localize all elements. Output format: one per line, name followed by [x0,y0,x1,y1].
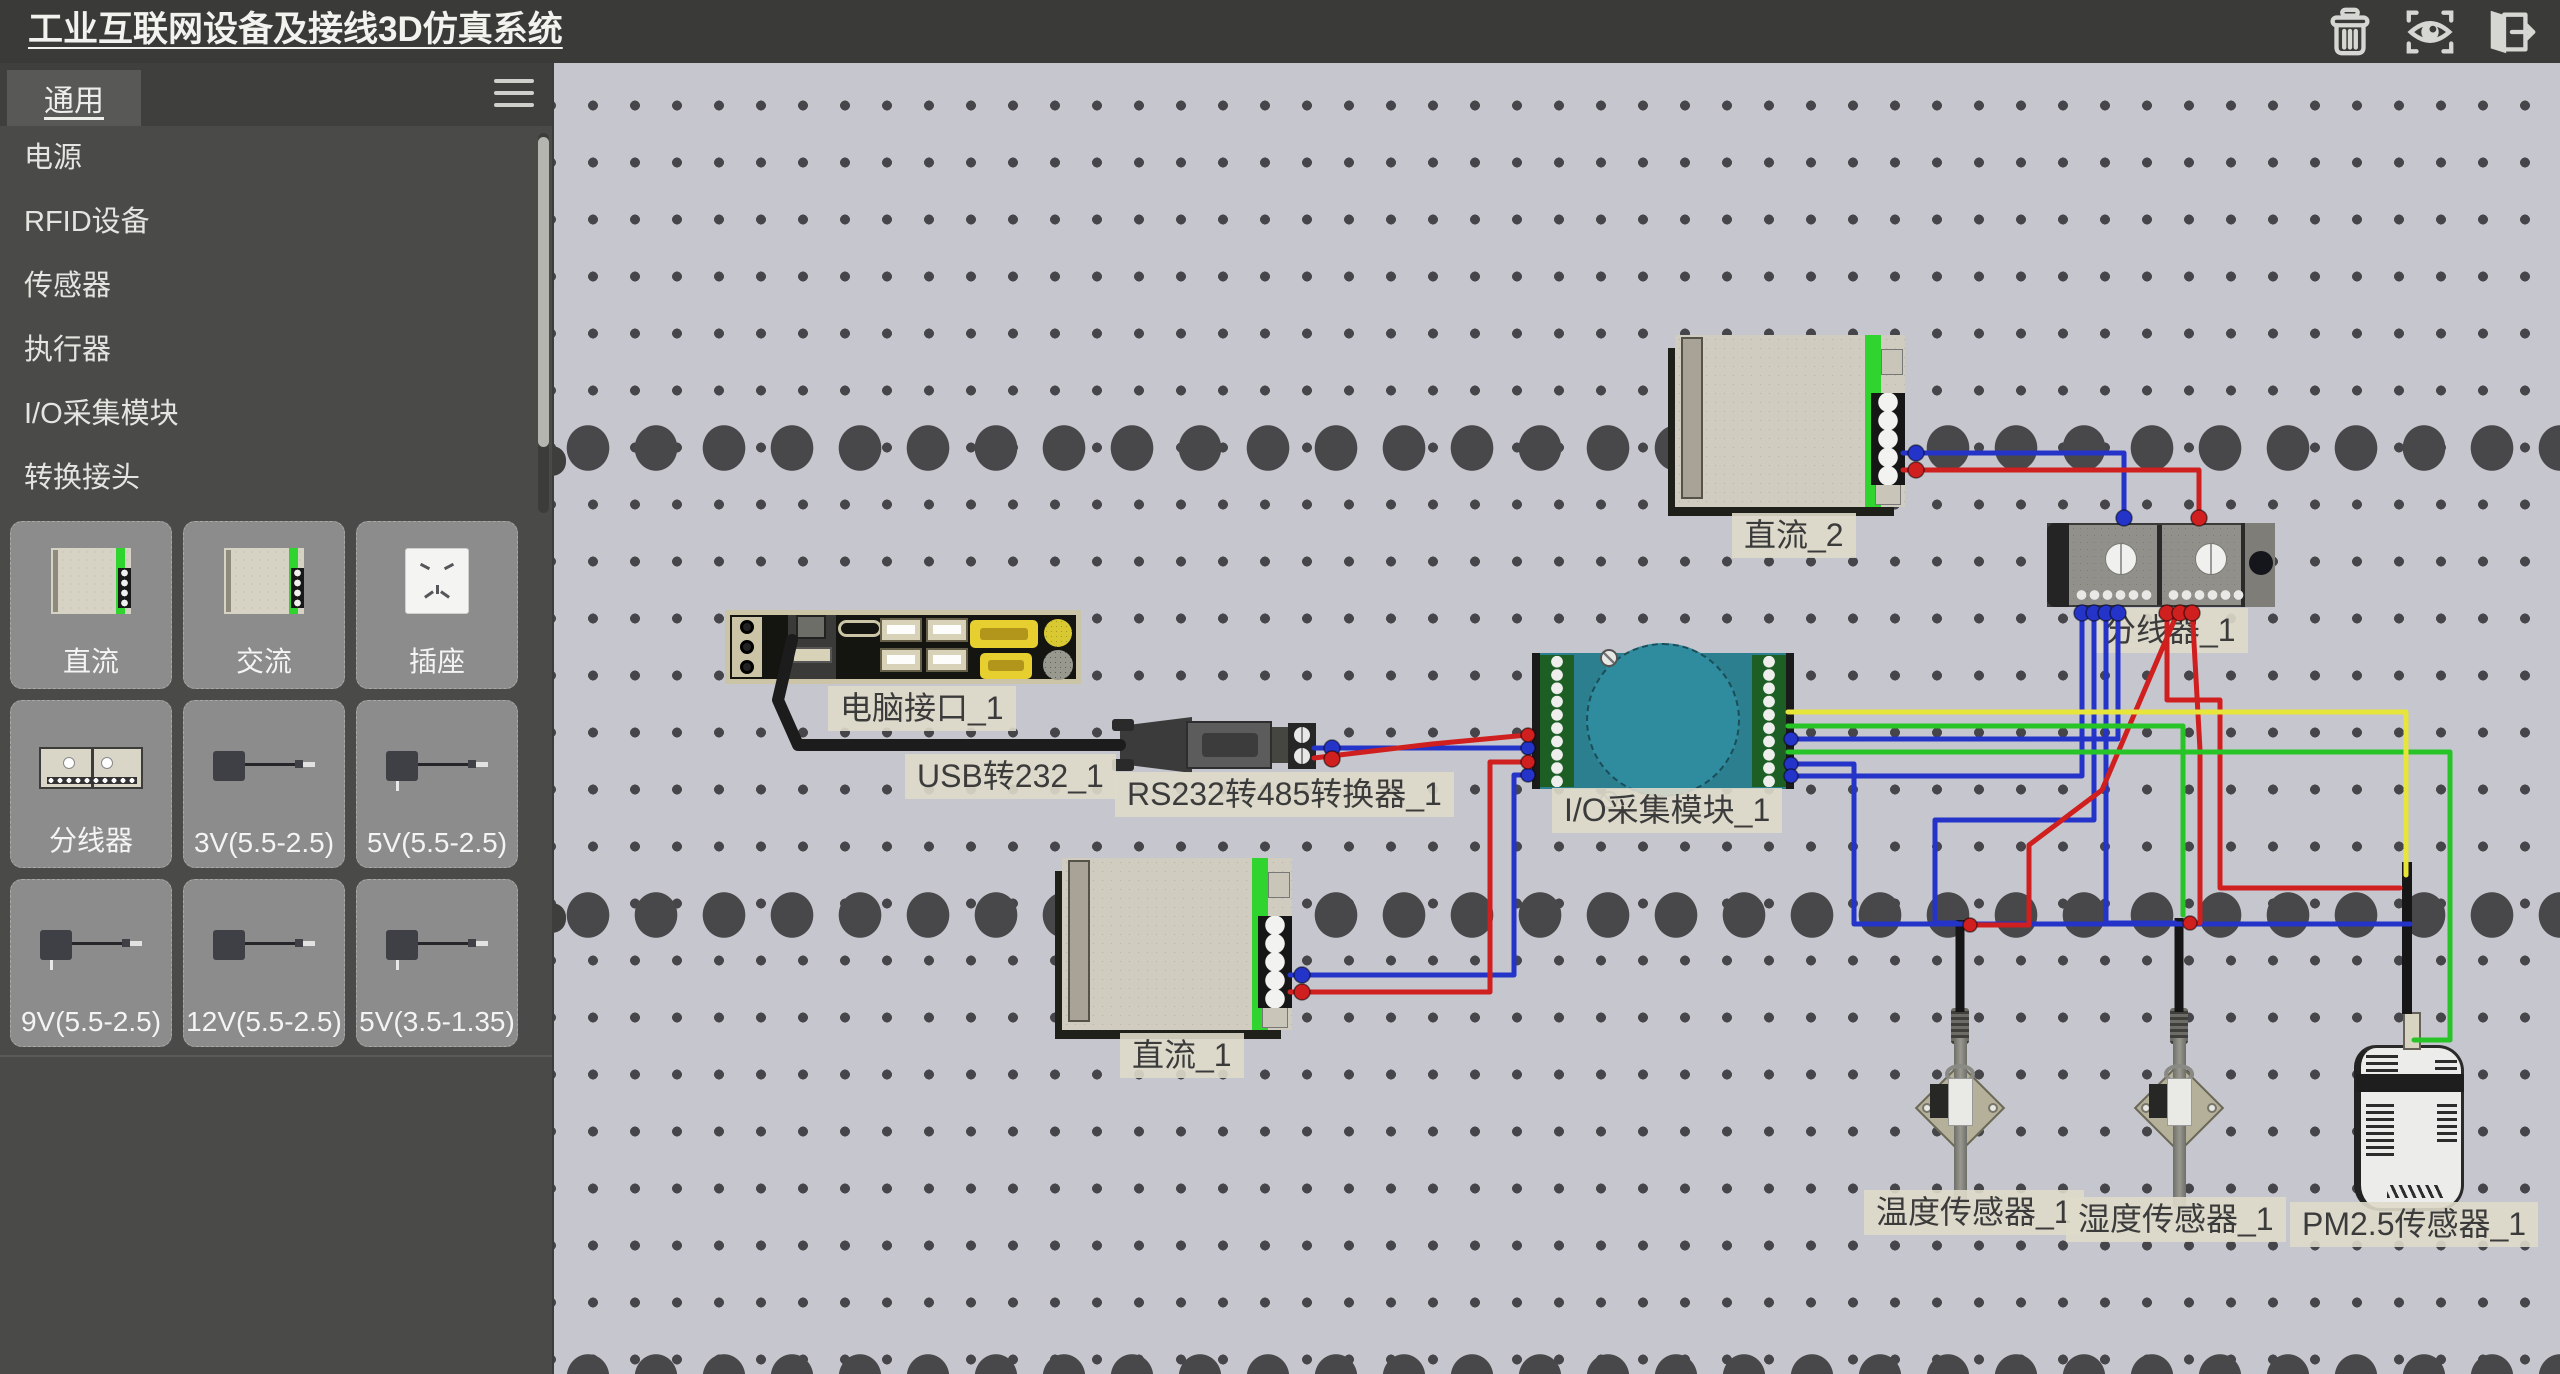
sidebar-divider [0,1055,552,1057]
palette-item-label: 5V(3.5-1.35) [357,1006,517,1038]
palette-item-label: 9V(5.5-2.5) [11,1006,171,1038]
toolbar [2320,3,2540,61]
device-label: I/O采集模块_1 [1552,788,1782,833]
palette-item-label: 分线器 [11,819,171,859]
palette-item-label: 3V(5.5-2.5) [184,827,344,859]
device-temperature-sensor-1[interactable] [1908,1008,2012,1218]
sidebar-tabstrip: 通用 [0,63,552,126]
wires-yellow[interactable] [1788,712,2406,875]
delete-button[interactable] [2320,3,2380,61]
wires-green[interactable] [1788,726,2450,1040]
adapter-thumbnail [209,922,319,978]
palette-item-9v[interactable]: 9V(5.5-2.5) [10,879,172,1047]
view-button[interactable] [2400,3,2460,61]
menu-toggle-icon[interactable] [494,79,534,111]
device-label: PM2.5传感器_1 [2290,1202,2538,1247]
sidebar-item-sensors[interactable]: 传感器 [0,254,552,318]
sidebar-item-io-modules[interactable]: I/O采集模块 [0,382,552,446]
device-label: USB转232_1 [905,754,1116,799]
sidebar-menu: 电源 RFID设备 传感器 执行器 I/O采集模块 转换接头 [0,126,552,510]
sidebar-scrollbar[interactable] [538,133,549,513]
tab-general[interactable]: 通用 [7,70,141,126]
device-dc-power-1[interactable] [1062,858,1292,1030]
device-label: 直流_1 [1120,1033,1244,1078]
exit-icon [2483,5,2537,59]
device-label: 湿度传感器_1 [2066,1197,2286,1242]
app-title: 工业互联网设备及接线3D仿真系统 [28,0,563,63]
device-io-module-1[interactable] [1532,653,1794,789]
device-splitter-1[interactable] [2047,523,2275,607]
adapter-thumbnail [382,922,492,978]
palette-item-3v[interactable]: 3V(5.5-2.5) [183,700,345,868]
palette-item-label: 交流 [184,640,344,680]
device-pc-interface-1[interactable] [725,610,1081,684]
device-label: 直流_2 [1732,513,1856,558]
title-bar: 工业互联网设备及接线3D仿真系统 [0,0,2560,63]
dc-power-thumbnail [51,548,131,614]
device-label: 电脑接口_1 [828,686,1016,731]
palette-item-label: 12V(5.5-2.5) [184,1006,344,1038]
palette-item-splitter[interactable]: 分线器 [10,700,172,868]
palette-item-ac[interactable]: 交流 [183,521,345,689]
pegboard-hole-row [554,1353,2560,1374]
tab-general-label: 通用 [44,76,104,120]
palette-item-label: 5V(5.5-2.5) [357,827,517,859]
sidebar-item-adapters[interactable]: 转换接头 [0,446,552,510]
exit-button[interactable] [2480,3,2540,61]
adapter-thumbnail [209,743,319,799]
splitter-thumbnail [39,747,143,789]
app-window: 工业互联网设备及接线3D仿真系统 [0,0,2560,1374]
sidebar: 通用 电源 RFID设备 传感器 执行器 I/O采集模块 转换接头 直流 交流 [0,63,552,1374]
scrollbar-thumb[interactable] [538,137,549,447]
ac-power-thumbnail [224,548,304,614]
sidebar-item-actuators[interactable]: 执行器 [0,318,552,382]
sidebar-item-power[interactable]: 电源 [0,126,552,190]
socket-thumbnail [405,548,469,614]
adapter-thumbnail [36,922,146,978]
device-rs232-rs485-converter-1[interactable] [1120,717,1316,773]
eye-icon [2403,5,2457,59]
device-label: RS232转485转换器_1 [1115,772,1454,817]
device-dc-power-2[interactable] [1675,335,1905,507]
pegboard-hole-row [554,424,2560,472]
palette-item-5v-2[interactable]: 5V(3.5-1.35) [356,879,518,1047]
simulation-canvas[interactable]: 直流_2 分线器_1 电脑接口_1 USB转232_1 RS232转485转换器… [552,63,2560,1374]
palette-item-dc[interactable]: 直流 [10,521,172,689]
pegboard-hole-row [554,891,2560,939]
sidebar-item-rfid[interactable]: RFID设备 [0,190,552,254]
palette-item-5v[interactable]: 5V(5.5-2.5) [356,700,518,868]
trash-icon [2323,5,2377,59]
device-palette: 直流 交流 插座 分线器 3V(5.5-2.5) 5V(5.5-2.5) [10,521,542,1047]
device-pm25-sensor-1[interactable] [2354,1045,2464,1211]
palette-item-12v[interactable]: 12V(5.5-2.5) [183,879,345,1047]
device-label: 分线器_1 [2092,608,2248,653]
palette-item-socket[interactable]: 插座 [356,521,518,689]
adapter-thumbnail [382,743,492,799]
palette-item-label: 直流 [11,640,171,680]
palette-item-label: 插座 [357,640,517,680]
device-label: 温度传感器_1 [1864,1190,2084,1235]
device-humidity-sensor-1[interactable] [2127,1008,2231,1218]
